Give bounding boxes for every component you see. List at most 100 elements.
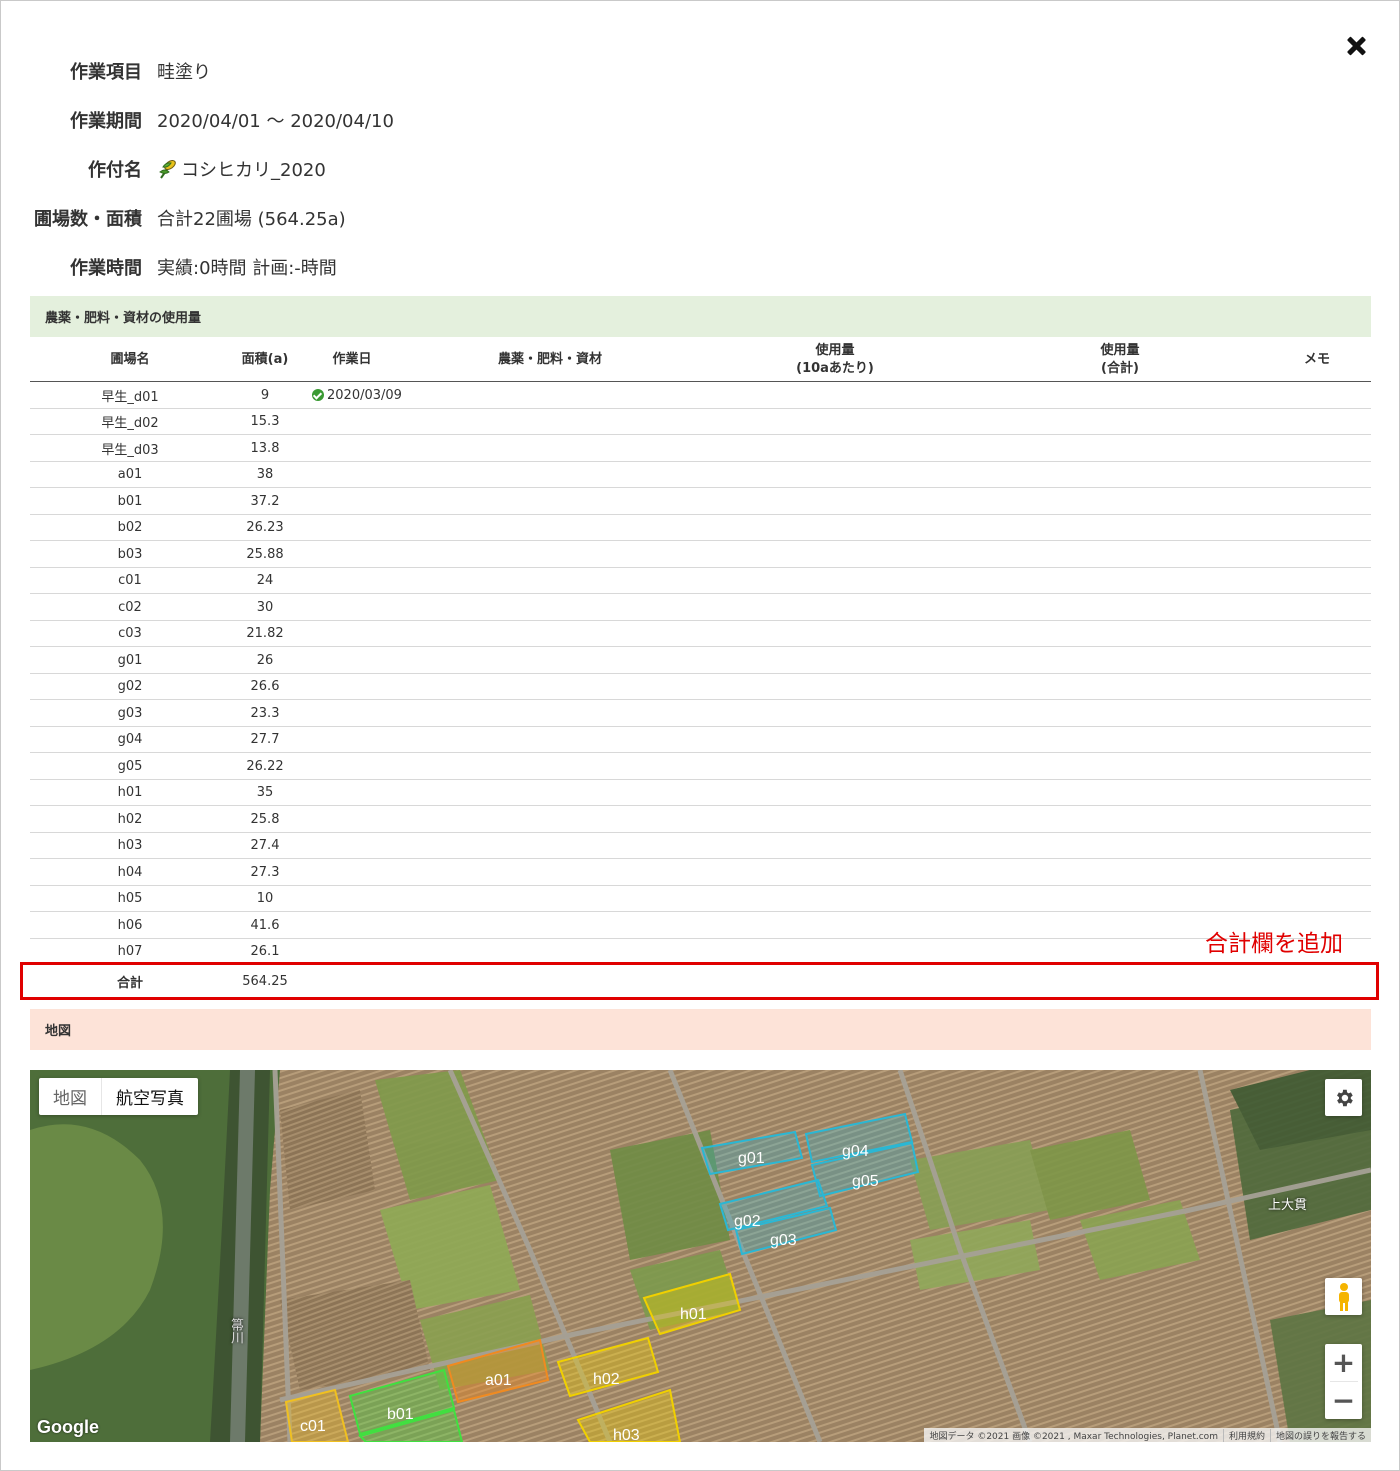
row-area: 26 xyxy=(256,652,274,668)
work-item-label: 作業項目 xyxy=(70,62,142,83)
map-type-control: 地図 航空写真 xyxy=(39,1078,198,1115)
row-area: 27.3 xyxy=(250,864,280,880)
field-label-g02: g02 xyxy=(734,1213,761,1230)
row-area: 13.8 xyxy=(250,440,280,456)
table-row: c02 30 xyxy=(30,594,1371,621)
row-work-date-value: 2020/03/09 xyxy=(327,387,402,403)
row-area: 30 xyxy=(256,599,274,615)
row-field-name: h03 xyxy=(117,838,143,853)
row-area: 41.6 xyxy=(250,917,280,933)
work-period-value: 2020/04/01 〜 2020/04/10 xyxy=(157,111,394,132)
fields-value: 合計22圃場 (564.25a) xyxy=(157,209,346,230)
row-area: 24 xyxy=(256,573,274,588)
table-row: h01 35 xyxy=(30,780,1371,806)
row-area: 25.8 xyxy=(250,811,280,827)
annotation-text: 合計欄を追加 xyxy=(1205,931,1343,957)
field-label-g01: g01 xyxy=(738,1150,765,1167)
info-fields: 圃場数・面積 合計22圃場 (564.25a) xyxy=(0,203,346,233)
th-usage-total-line2: (合計) xyxy=(1101,360,1139,376)
satellite-map[interactable]: g01 g04 g05 g02 g03 h01 h02 h03 a01 b01 … xyxy=(30,1070,1371,1442)
fields-label: 圃場数・面積 xyxy=(34,209,142,230)
row-field-name: 早生_d01 xyxy=(101,389,159,405)
zoom-in-button[interactable]: + xyxy=(1325,1344,1362,1381)
table-body: 早生_d01 9 2020/03/09 早生_d02 15.3 早生_d03 13.… xyxy=(30,382,1371,965)
row-area: 35 xyxy=(256,785,274,800)
work-time-value: 実績:0時間 計画:-時間 xyxy=(157,258,337,279)
table-row: b01 37.2 xyxy=(30,488,1371,515)
field-label-b01: b01 xyxy=(387,1406,414,1423)
gear-icon[interactable] xyxy=(1325,1079,1362,1116)
table-row: 早生_d02 15.3 xyxy=(30,409,1371,435)
th-usage-per-10a-line2: (10aあたり) xyxy=(796,360,874,376)
usage-section-title: 農薬・肥料・資材の使用量 xyxy=(30,296,1371,337)
field-label-c01: c01 xyxy=(300,1418,326,1435)
field-label-g05: g05 xyxy=(852,1173,879,1190)
check-circle-icon xyxy=(312,389,324,401)
info-work-time: 作業時間 実績:0時間 計画:-時間 xyxy=(0,252,337,282)
table-row: a01 38 xyxy=(30,462,1371,488)
row-area: 38 xyxy=(256,467,274,482)
row-field-name: b02 xyxy=(117,520,143,535)
field-label-h03: h03 xyxy=(613,1427,640,1442)
th-area: 面積(a) xyxy=(241,351,289,367)
table-row: h04 27.3 xyxy=(30,859,1371,886)
field-label-g03: g03 xyxy=(770,1232,797,1249)
th-usage-per-10a: 使用量 (10aあたり) xyxy=(730,337,940,382)
row-field-name: 早生_d02 xyxy=(101,416,159,431)
row-field-name: g01 xyxy=(117,652,143,668)
zoom-out-button[interactable]: − xyxy=(1325,1382,1362,1419)
row-area: 26.1 xyxy=(250,944,280,959)
attribution-data: 地図データ ©2021 画像 ©2021 , Maxar Technologie… xyxy=(929,1431,1218,1442)
crop-label: 作付名 xyxy=(88,160,142,181)
row-field-name: h07 xyxy=(117,944,143,959)
work-time-label: 作業時間 xyxy=(70,258,142,279)
row-area: 37.2 xyxy=(250,493,280,509)
place-label: 上大貫 xyxy=(1268,1198,1308,1213)
crop-value: コシヒカリ_2020 xyxy=(181,160,326,181)
row-field-name: c01 xyxy=(118,573,142,588)
row-area: 26.22 xyxy=(246,758,284,774)
table-row: 早生_d03 13.8 xyxy=(30,435,1371,462)
th-usage-total: 使用量 (合計) xyxy=(1020,337,1220,382)
map-section-title: 地図 xyxy=(30,1009,1371,1050)
row-field-name: a01 xyxy=(117,467,143,482)
row-field-name: h01 xyxy=(117,785,143,800)
row-field-name: h02 xyxy=(117,811,143,827)
row-area: 21.82 xyxy=(246,626,284,641)
terms-link[interactable]: 利用規約 xyxy=(1222,1428,1270,1442)
map-type-satellite-button[interactable]: 航空写真 xyxy=(102,1078,198,1115)
google-logo: Google xyxy=(37,1417,99,1437)
map-attribution: 地図データ ©2021 画像 ©2021 , Maxar Technologie… xyxy=(924,1428,1371,1442)
zoom-control: + − xyxy=(1325,1344,1362,1419)
map-type-map-button[interactable]: 地図 xyxy=(39,1078,102,1115)
report-error-link[interactable]: 地図の誤りを報告する xyxy=(1269,1428,1371,1442)
row-field-name: h04 xyxy=(117,864,143,880)
field-label-h01: h01 xyxy=(680,1306,707,1323)
row-field-name: h05 xyxy=(117,891,143,906)
field-label-g04: g04 xyxy=(842,1143,869,1160)
th-work-date: 作業日 xyxy=(332,351,372,367)
info-work-item: 作業項目 畦塗り xyxy=(0,56,211,86)
row-field-name: g02 xyxy=(117,679,143,694)
th-usage-total-line1: 使用量 xyxy=(1100,342,1140,358)
street-view-pegman-icon[interactable] xyxy=(1325,1278,1362,1315)
row-field-name: g04 xyxy=(117,732,143,747)
row-field-name: 早生_d03 xyxy=(101,442,159,458)
field-label-h02: h02 xyxy=(593,1371,620,1388)
info-crop: 作付名 コシヒカリ_2020 xyxy=(0,154,326,184)
table-row: 早生_d01 9 2020/03/09 xyxy=(30,382,1371,409)
row-area: 27.4 xyxy=(250,838,280,853)
rice-plant-icon xyxy=(159,160,176,179)
map-imagery: g01 g04 g05 g02 g03 h01 h02 h03 a01 b01 … xyxy=(30,1070,1371,1442)
table-row: b02 26.23 xyxy=(30,515,1371,541)
table-header: 圃場名 面積(a) 作業日 農薬・肥料・資材 使用量 (10aあたり) 使用量 … xyxy=(30,337,1371,382)
table-row: h02 25.8 xyxy=(30,806,1371,833)
work-period-label: 作業期間 xyxy=(70,111,142,132)
row-area: 9 xyxy=(260,387,270,403)
th-usage-per-10a-line1: 使用量 xyxy=(815,342,855,358)
close-icon[interactable] xyxy=(1340,30,1372,62)
row-field-name: c02 xyxy=(118,599,142,615)
table-row: h03 27.4 xyxy=(30,833,1371,859)
table-row: c03 21.82 xyxy=(30,621,1371,647)
table-row: g02 26.6 xyxy=(30,674,1371,700)
